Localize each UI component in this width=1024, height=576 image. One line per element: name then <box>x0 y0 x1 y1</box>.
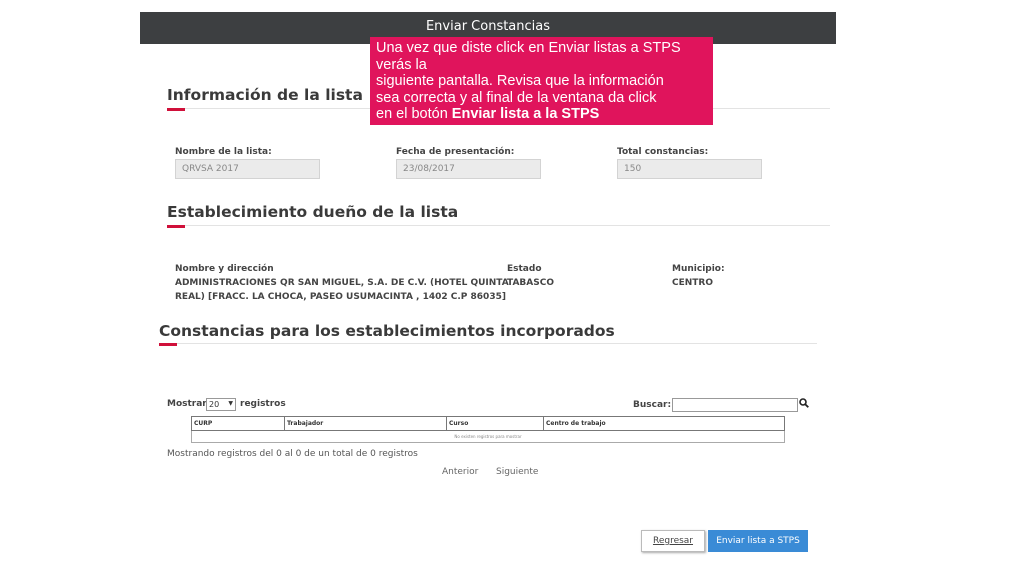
instruction-callout: Una vez que diste click en Enviar listas… <box>370 37 713 125</box>
list-name-label: Nombre de la lista: <box>175 147 272 157</box>
table-header-row: CURP Trabajador Curso Centro de trabajo <box>191 416 785 431</box>
list-name-field: QRVSA 2017 <box>175 159 320 179</box>
name-address-value: ADMINISTRACIONES QR SAN MIGUEL, S.A. DE … <box>175 276 509 304</box>
table-info: Mostrando registros del 0 al 0 de un tot… <box>167 449 418 459</box>
callout-line-2: verás la <box>376 56 427 73</box>
callout-line-1: Una vez que diste click en Enviar listas… <box>376 40 681 56</box>
presentation-date-field: 23/08/2017 <box>396 159 541 179</box>
search-label: Buscar: <box>633 400 672 410</box>
send-to-stps-button[interactable]: Enviar lista a STPS <box>708 530 808 552</box>
estado-label: Estado <box>507 264 542 274</box>
section-divider <box>159 343 817 344</box>
section-accent <box>159 343 177 346</box>
estado-value: TABASCO <box>507 278 554 288</box>
name-address-label: Nombre y dirección <box>175 264 274 274</box>
search-icon[interactable] <box>799 398 809 408</box>
column-header-curp[interactable]: CURP <box>191 416 285 431</box>
section-accent <box>167 108 185 111</box>
callout-line-4: sea correcta y al final de la ventana da… <box>376 89 657 106</box>
column-header-curso[interactable]: Curso <box>446 416 544 431</box>
callout-line-5-text: en el botón <box>376 106 452 122</box>
callout-emphasis: Enviar lista a la STPS <box>451 106 600 122</box>
section-title-establecimiento: Establecimiento dueño de la lista <box>167 203 459 221</box>
callout-line-5: en el botón Enviar lista a la STPS <box>376 106 707 123</box>
table-row: No existen registros para mostrar <box>191 430 785 443</box>
municipio-value: CENTRO <box>672 278 714 288</box>
column-header-centro[interactable]: Centro de trabajo <box>543 416 785 431</box>
total-constancias-field: 150 <box>617 159 762 179</box>
page-size-select[interactable]: 20 ▼ <box>206 398 236 411</box>
total-constancias-label: Total constancias: <box>617 147 709 157</box>
records-label: registros <box>240 399 286 409</box>
search-input[interactable] <box>672 398 798 412</box>
empty-table-message: No existen registros para mostrar <box>191 430 785 443</box>
show-label: Mostrar <box>167 399 207 409</box>
name-address-line-1: ADMINISTRACIONES QR SAN MIGUEL, S.A. DE … <box>175 278 509 288</box>
page-size-value: 20 <box>209 400 220 409</box>
section-title-constancias: Constancias para los establecimientos in… <box>159 322 615 340</box>
window-title: Enviar Constancias <box>425 19 551 34</box>
constancias-table: CURP Trabajador Curso Centro de trabajo … <box>191 416 785 443</box>
section-divider <box>167 225 830 226</box>
back-button[interactable]: Regresar <box>641 530 705 552</box>
column-header-trabajador[interactable]: Trabajador <box>284 416 447 431</box>
pagination-previous[interactable]: Anterior <box>442 467 478 477</box>
municipio-label: Municipio: <box>672 264 725 274</box>
pagination-next[interactable]: Siguiente <box>496 467 538 477</box>
presentation-date-label: Fecha de presentación: <box>396 147 515 157</box>
callout-line-3: siguiente pantalla. Revisa que la inform… <box>376 73 664 89</box>
section-accent <box>167 225 185 228</box>
section-title-lista: Información de la lista <box>167 86 363 104</box>
chevron-down-icon: ▼ <box>228 400 233 407</box>
name-address-line-2: REAL) [FRACC. LA CHOCA, PASEO USUMACINTA… <box>175 292 506 302</box>
